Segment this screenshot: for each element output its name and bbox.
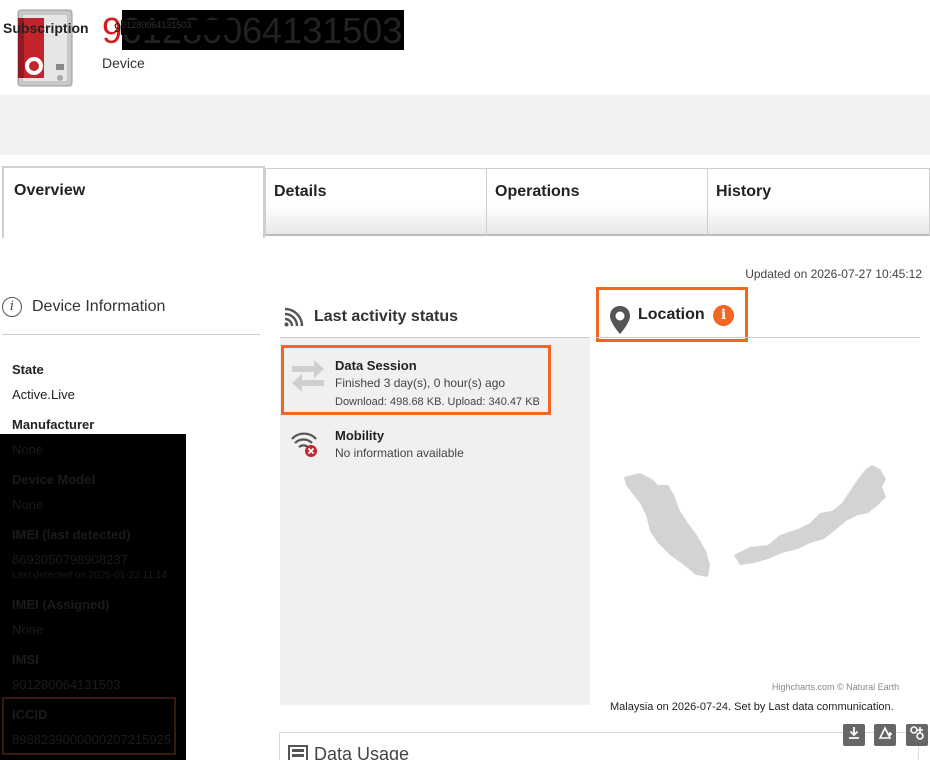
subscription-value-prefix: 9 [114, 20, 122, 35]
data-session-transfer: Download: 498.68 KB. Upload: 340.47 KB [335, 396, 540, 408]
iccid-value: 8988239000000207215925 [12, 732, 172, 747]
last-activity-heading: Last activity status [314, 308, 459, 325]
download-button[interactable] [843, 724, 865, 746]
info-icon: i [2, 297, 22, 317]
manufacturer-value: None [12, 442, 44, 457]
map-region-peninsular [624, 473, 710, 577]
imsi-label: IMSI [12, 652, 39, 667]
device-information-title: i Device Information [2, 297, 165, 317]
tab-history[interactable]: History [707, 168, 930, 236]
location-map[interactable] [610, 455, 920, 590]
imei-last-label: IMEI (last detected) [12, 527, 131, 542]
download-icon [847, 726, 861, 745]
redacted-subscription-id: 01280064131503 [121, 20, 236, 35]
mobility-title: Mobility [335, 428, 385, 443]
redacted-device-fields: None Device Model None IMEI (last detect… [0, 434, 186, 760]
imei-assigned-value: None [12, 622, 44, 637]
device-model-value: None [12, 497, 44, 512]
imei-last-value: 8693050798908237 [12, 552, 128, 567]
subscription-value[interactable]: 9 01280064131503 [114, 20, 236, 35]
transfer-arrows-icon [290, 358, 326, 397]
mobility-error-icon [290, 427, 322, 464]
map-region-borneo [734, 465, 886, 565]
location-heading: Location [638, 306, 705, 323]
last-activity-title: Last activity status [282, 305, 458, 329]
location-caption: Malaysia on 2026-07-24. Set by Last data… [610, 701, 894, 713]
data-usage-title: Data Usage [288, 744, 409, 760]
subscription-bar [0, 95, 930, 155]
map-credit[interactable]: Highcharts.com © Natural Earth [772, 682, 899, 692]
imsi-value: 901280064131503 [12, 677, 121, 692]
tab-details[interactable]: Details [265, 168, 487, 236]
state-value: Active.Live [12, 387, 75, 402]
device-information-heading: Device Information [32, 298, 166, 315]
data-session-status: Finished 3 day(s), 0 hour(s) ago [335, 376, 506, 390]
divider [596, 337, 920, 338]
tab-bar: Overview Details Operations History [2, 166, 930, 238]
tab-operations[interactable]: Operations [486, 168, 708, 236]
map-pin-icon [609, 305, 631, 340]
manufacturer-label: Manufacturer [12, 417, 95, 432]
updated-timestamp: Updated on 2026-07-27 10:45:12 [745, 267, 922, 281]
tab-overview[interactable]: Overview [2, 166, 265, 238]
chart-icon [288, 744, 308, 760]
mobility-status: No information available [335, 446, 464, 460]
fullscreen-icon [909, 725, 925, 746]
imei-last-detected-time: Last detected on 2026-01-22 11:14 [12, 570, 167, 581]
data-usage-heading: Data Usage [314, 744, 410, 760]
device-type-label: Device [102, 55, 145, 71]
chart-settings-icon [877, 725, 893, 746]
subscription-label: Subscription [3, 20, 89, 36]
state-label: State [12, 362, 44, 377]
fullscreen-button[interactable] [906, 724, 928, 746]
device-model-label: Device Model [12, 472, 96, 487]
chart-settings-button[interactable] [874, 724, 896, 746]
wifi-signal-icon [282, 305, 306, 329]
iccid-label: ICCID [12, 707, 48, 722]
imei-assigned-label: IMEI (Assigned) [12, 597, 110, 612]
divider [2, 334, 260, 335]
data-session-title: Data Session [335, 358, 417, 373]
location-info-icon[interactable]: i [713, 305, 734, 326]
